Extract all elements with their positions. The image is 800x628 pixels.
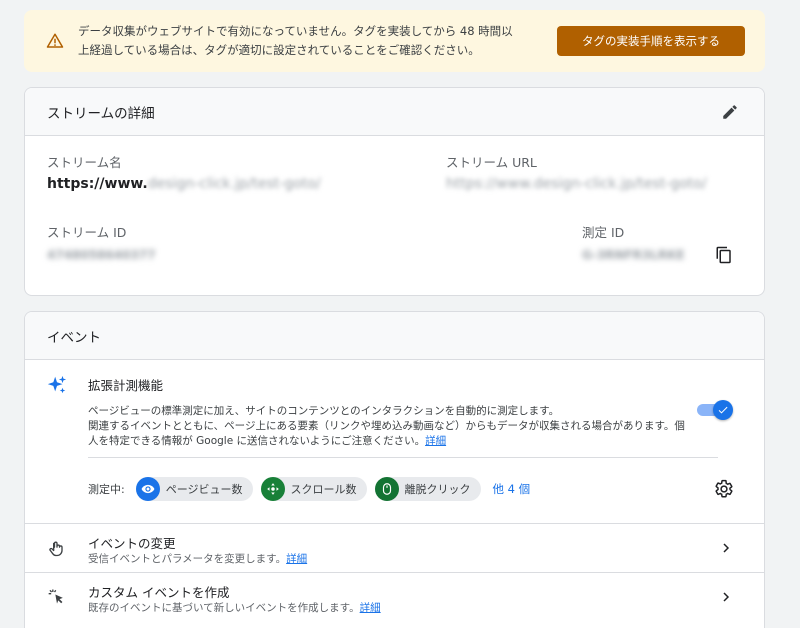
gear-icon[interactable] [712,477,736,501]
chip-scrolls: スクロール数 [260,477,367,501]
touch-icon [49,541,63,557]
enhanced-measurement-title: 拡張計測機能 [88,378,164,393]
crosshair-icon [260,477,285,501]
warning-message-line1: データ収集がウェブサイトで有効になっていません。タグを実装してから 48 時間以 [78,24,513,38]
modify-events-desc-text: 受信イベントとパラメータを変更します。 [88,553,287,565]
sparkle-icon [47,375,67,394]
events-header: イベント [25,312,764,360]
stream-name-label: ストリーム名 [47,155,122,170]
stream-name-value: https://www.design-click.jp/test-goto/ [47,176,321,192]
modify-events-title: イベントの変更 [88,536,176,551]
click-icon [48,589,63,604]
events-card: イベント 拡張計測機能 ページビューの標準測定に加え、サイトのコンテンツとのイン… [24,311,765,628]
enhanced-desc-line1: ページビューの標準測定に加え、サイトのコンテンツとのインタラクションを自動的に測… [88,405,560,417]
create-custom-event-desc-text: 既存のイベントに基づいて新しいイベントを作成します。 [88,602,360,614]
stream-details-header: ストリームの詳細 [25,88,764,136]
enhanced-measurement-description: ページビューの標準測定に加え、サイトのコンテンツとのインタラクションを自動的に測… [88,404,700,449]
chip-outbound-clicks: 離脱クリック [374,477,481,501]
modify-events-row[interactable]: イベントの変更 受信イベントとパラメータを変更します。詳細 [25,523,764,572]
more-events-link[interactable]: 他 4 個 [493,481,531,497]
modify-events-learn-more-link[interactable]: 詳細 [286,553,307,565]
stream-id-value: 4748058640377 [47,248,156,262]
copy-icon[interactable] [712,243,736,267]
warning-icon [46,33,64,48]
stream-name-blurred: design-click.jp/test-goto/ [147,176,321,192]
enhanced-measurement-toggle[interactable] [697,400,733,420]
stream-url-label: ストリーム URL [446,155,537,170]
events-title: イベント [47,329,101,346]
divider [88,457,718,458]
eye-icon [135,477,160,501]
chip-scrolls-label: スクロール数 [290,483,357,496]
warning-message-line2: 上経過している場合は、タグが適切に設定されていることをご確認ください。 [78,43,480,57]
create-custom-event-learn-more-link[interactable]: 詳細 [360,602,381,614]
create-custom-event-title: カスタム イベントを作成 [88,585,230,600]
measurement-id-value: G-3RNFR3LRKE [582,248,685,262]
measurement-id-label: 測定 ID [582,225,625,240]
chevron-right-icon [723,543,730,553]
enhanced-learn-more-link[interactable]: 詳細 [425,435,446,447]
pencil-icon[interactable] [718,100,742,124]
stream-name-visible: https://www. [47,176,148,192]
mouse-icon [374,477,399,501]
create-custom-event-description: 既存のイベントに基づいて新しいイベントを作成します。詳細 [88,600,381,615]
show-tag-instructions-button[interactable]: タグの実装手順を表示する [557,26,745,56]
enhanced-desc-line3: 人を特定できる情報が Google に送信されないようにご注意ください。 [88,435,426,447]
check-icon [713,400,733,420]
stream-details-title: ストリームの詳細 [47,105,155,122]
measuring-chips-row: 測定中: ページビュー数 スクロール数 離脱クリック 他 4 個 [88,477,530,501]
stream-url-value: https://www.design-click.jp/test-goto/ [446,176,707,192]
create-custom-event-row[interactable]: カスタム イベントを作成 既存のイベントに基づいて新しいイベントを作成します。詳… [25,572,764,621]
stream-id-label: ストリーム ID [47,225,127,240]
measuring-label: 測定中: [88,483,125,496]
chip-page-views-label: ページビュー数 [165,483,243,496]
stream-details-card: ストリームの詳細 ストリーム名 https://www.design-click… [24,87,765,296]
chip-page-views: ページビュー数 [135,477,253,501]
chip-outbound-clicks-label: 離脱クリック [404,483,471,496]
chevron-right-icon [723,592,730,602]
modify-events-description: 受信イベントとパラメータを変更します。詳細 [88,551,307,566]
data-collection-warning-banner: データ収集がウェブサイトで有効になっていません。タグを実装してから 48 時間以… [24,10,765,72]
warning-message: データ収集がウェブサイトで有効になっていません。タグを実装してから 48 時間以… [78,22,541,60]
enhanced-desc-line2: 関連するイベントとともに、ページ上にある要素（リンクや埋め込み動画など）からもデ… [88,420,685,432]
